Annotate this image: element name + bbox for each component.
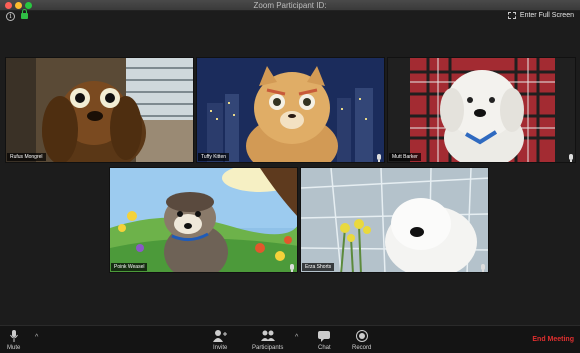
- mute-button[interactable]: Mute: [7, 330, 20, 351]
- video-tile-erza[interactable]: Erza Shorts: [300, 167, 489, 273]
- video-tile-rufus[interactable]: Rufus Mongrel: [5, 57, 194, 163]
- participant-name: Tuffy Kitten: [198, 153, 230, 161]
- microphone-icon: [377, 154, 381, 162]
- info-icon[interactable]: i: [6, 12, 15, 21]
- participant-video: [301, 168, 488, 272]
- video-tile-mutt[interactable]: Mutt Barker: [387, 57, 576, 163]
- record-button[interactable]: Record: [352, 330, 371, 351]
- chat-button[interactable]: Chat: [318, 330, 331, 351]
- microphone-icon: [290, 264, 294, 272]
- invite-label: Invite: [213, 345, 228, 351]
- participant-name: Rufus Mongrel: [7, 153, 46, 161]
- audio-options-caret-icon[interactable]: ^: [35, 334, 38, 341]
- participant-video: [6, 58, 193, 162]
- microphone-icon: [9, 330, 18, 342]
- mute-label: Mute: [7, 345, 21, 351]
- participant-name: Mutt Barker: [389, 153, 421, 161]
- end-meeting-button[interactable]: End Meeting: [532, 336, 574, 343]
- participant-video: [110, 168, 297, 272]
- fullscreen-icon: [507, 12, 516, 19]
- lock-icon[interactable]: [21, 9, 28, 19]
- participant-name: Erza Shorts: [302, 263, 335, 271]
- chat-label: Chat: [318, 345, 331, 351]
- microphone-icon: [569, 154, 573, 162]
- fullscreen-label: Enter Full Screen: [519, 12, 574, 19]
- participants-label: Participants: [252, 345, 284, 351]
- meeting-topbar: i Enter Full Screen: [0, 9, 580, 25]
- microphone-icon: [481, 264, 485, 272]
- add-participant-icon: [213, 330, 228, 342]
- enter-full-screen-button[interactable]: Enter Full Screen: [507, 12, 574, 19]
- participants-button[interactable]: Participants: [252, 330, 283, 351]
- participants-icon: [260, 330, 275, 342]
- video-tile-tuffy[interactable]: Tuffy Kitten: [196, 57, 385, 163]
- record-icon: [355, 330, 368, 342]
- invite-button[interactable]: Invite: [213, 330, 227, 351]
- participant-video: [388, 58, 575, 162]
- record-label: Record: [352, 345, 372, 351]
- meeting-toolbar: Mute ^ Invite Participants ^ Chat Record…: [0, 325, 580, 353]
- window-titlebar: Zoom Participant ID:: [0, 0, 580, 11]
- chat-icon: [318, 330, 331, 342]
- participants-options-caret-icon[interactable]: ^: [295, 334, 298, 341]
- participant-video: [197, 58, 384, 162]
- window-title: Zoom Participant ID:: [253, 1, 327, 10]
- participant-name: Poink Weasel: [111, 263, 148, 271]
- video-tile-poink[interactable]: Poink Weasel: [109, 167, 298, 273]
